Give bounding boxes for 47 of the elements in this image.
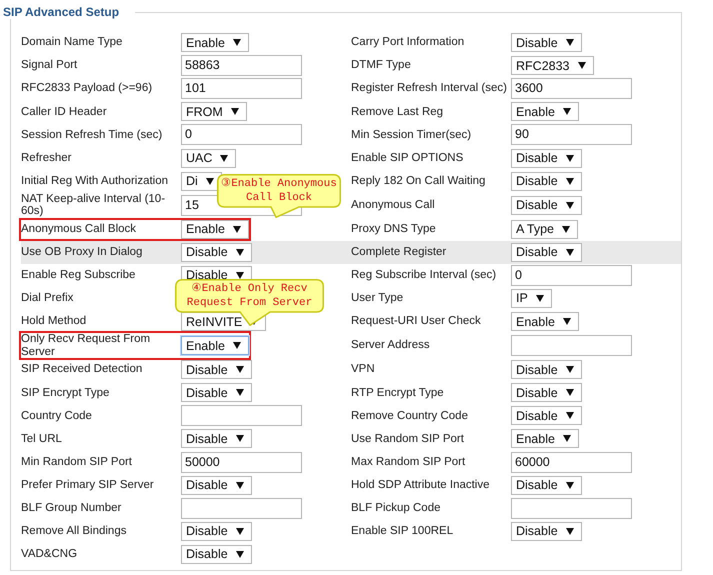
field-label: SIP Received Detection xyxy=(21,363,144,376)
field-label: Tel URL xyxy=(21,432,63,446)
field-label: Initial Reg With Authorization xyxy=(21,174,170,188)
field-label: Max Random SIP Port xyxy=(351,456,466,468)
field-label: Min Random SIP Port xyxy=(21,456,134,468)
field-label: Signal Port xyxy=(21,59,78,72)
field-label: Enable SIP 100REL xyxy=(351,525,454,538)
field-label: Proxy DNS Type xyxy=(351,222,437,236)
field-label: NAT Keep-alive Interval (10-60s) xyxy=(21,192,166,218)
field-label: Remove Last Reg xyxy=(351,106,444,118)
field-label: Request-URI User Check xyxy=(351,315,482,328)
field-label: RTP Encrypt Type xyxy=(351,386,445,400)
callout-tooltip: ③Enable Anonymous Call Block xyxy=(217,174,341,218)
field-label: Country Code xyxy=(21,410,93,422)
field-label: Domain Name Type xyxy=(21,36,124,49)
section-title: SIP Advanced Setup xyxy=(3,5,136,19)
field-label: BLF Pickup Code xyxy=(351,502,442,514)
field-label: VAD&CNG xyxy=(21,548,78,561)
field-label: Reg Subscribe Interval (sec) xyxy=(351,269,498,282)
field-label: Register Refresh Interval (sec) xyxy=(351,82,508,95)
field-label: Session Refresh Time (sec) xyxy=(21,128,164,142)
field-label: Remove All Bindings xyxy=(21,525,128,538)
field-label: BLF Group Number xyxy=(21,502,122,514)
field-label: Dial Prefix xyxy=(21,292,74,305)
field-label: SIP Encrypt Type xyxy=(21,386,110,400)
field-label: Reply 182 On Call Waiting xyxy=(351,174,486,188)
field-label: Enable Reg Subscribe xyxy=(21,269,136,282)
field-label: User Type xyxy=(351,292,404,305)
field-label: Caller ID Header xyxy=(21,106,108,118)
field-label: Hold SDP Attribute Inactive xyxy=(351,478,490,492)
field-label: Prefer Primary SIP Server xyxy=(21,478,155,492)
field-label: Remove Country Code xyxy=(351,410,469,422)
field-label: Only Recv Request From Server xyxy=(21,333,152,358)
field-label: RFC2833 Payload (>=96) xyxy=(21,82,154,95)
field-label: Anonymous Call xyxy=(351,198,436,212)
field-label: Use OB Proxy In Dialog xyxy=(21,246,144,259)
field-label: Enable SIP OPTIONS xyxy=(351,152,464,164)
field-label: Complete Register xyxy=(351,246,448,259)
field-label: Server Address xyxy=(351,339,431,352)
field-label: Use Random SIP Port xyxy=(351,432,465,446)
field-label: Refresher xyxy=(21,152,72,164)
field-label: DTMF Type xyxy=(351,59,412,72)
field-label: Min Session Timer(sec) xyxy=(351,128,472,142)
field-label: Carry Port Information xyxy=(351,36,466,49)
field-label: Anonymous Call Block xyxy=(21,222,138,236)
field-label: VPN xyxy=(351,363,376,376)
field-label: Hold Method xyxy=(21,315,88,328)
